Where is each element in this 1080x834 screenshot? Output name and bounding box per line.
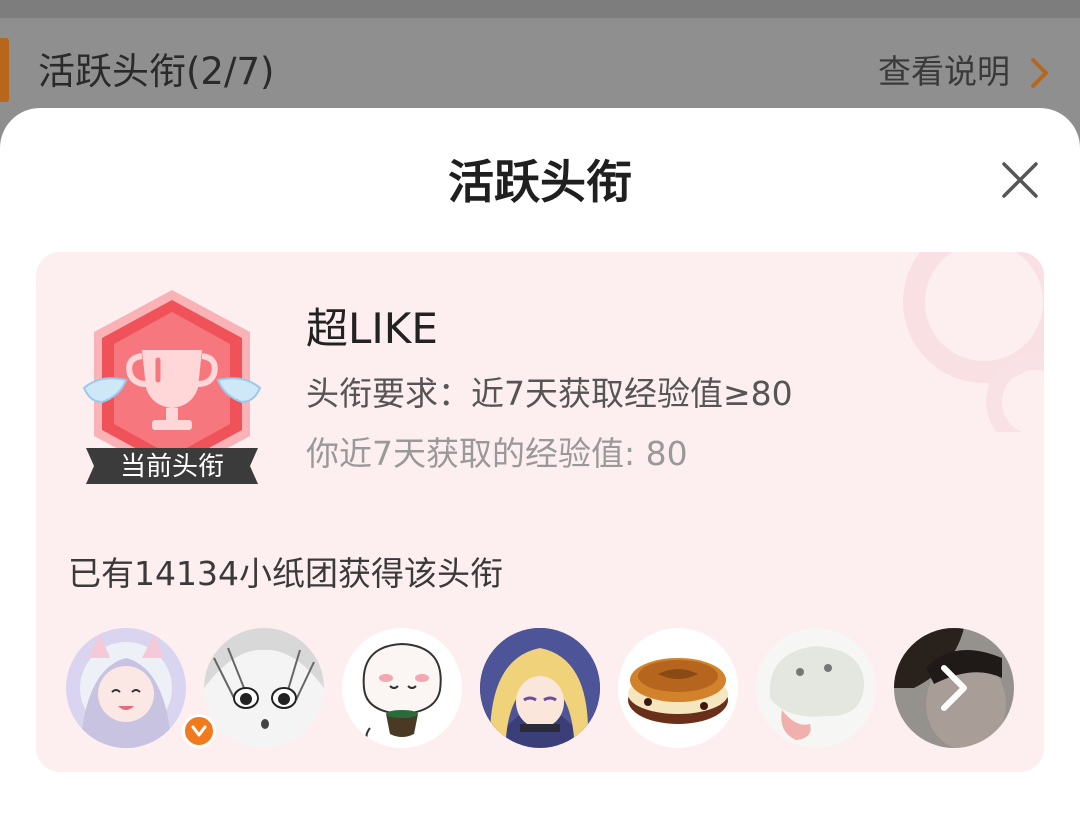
avatar-person-photo[interactable] bbox=[894, 628, 1014, 748]
badge-requirement: 头衔要求：近7天获取经验值≥80 bbox=[306, 374, 793, 413]
background-top-bar bbox=[0, 0, 1080, 18]
card-decoration bbox=[903, 252, 1044, 432]
avatar-cartoon-teacup[interactable] bbox=[342, 628, 462, 748]
title-detail-sheet: 活跃头衔 当前头衔 超LIKE 头衔要求：近7天获取经验值≥80 你近7天获取的… bbox=[0, 108, 1080, 834]
holder-avatars bbox=[66, 628, 1026, 752]
background-section-title: 活跃头衔(2/7) bbox=[38, 50, 275, 93]
avatar-plush-creature[interactable] bbox=[756, 628, 876, 748]
avatar-manga-sketch-girl[interactable] bbox=[204, 628, 324, 748]
section-accent-bar bbox=[0, 38, 9, 102]
close-icon[interactable] bbox=[996, 156, 1044, 204]
badge-name: 超LIKE bbox=[306, 304, 438, 353]
chevron-right-icon[interactable] bbox=[1024, 56, 1054, 90]
avatar-anime-bunny-girl[interactable] bbox=[66, 628, 186, 748]
trophy-badge-icon: 当前头衔 bbox=[82, 290, 262, 484]
sheet-title: 活跃头衔 bbox=[448, 155, 632, 209]
verified-badge bbox=[182, 714, 216, 748]
badge-ribbon-label: 当前头衔 bbox=[120, 452, 224, 482]
avatar-anime-blonde-girl[interactable] bbox=[480, 628, 600, 748]
chevron-right-icon[interactable] bbox=[894, 628, 1014, 748]
view-explanation-link[interactable]: 查看说明 bbox=[878, 50, 1010, 94]
avatar-pancake[interactable] bbox=[618, 628, 738, 748]
title-card: 当前头衔 超LIKE 头衔要求：近7天获取经验值≥80 你近7天获取的经验值: … bbox=[36, 252, 1044, 772]
your-experience: 你近7天获取的经验值: 80 bbox=[306, 434, 688, 473]
holder-count: 已有14134小纸团获得该头衔 bbox=[68, 554, 503, 593]
